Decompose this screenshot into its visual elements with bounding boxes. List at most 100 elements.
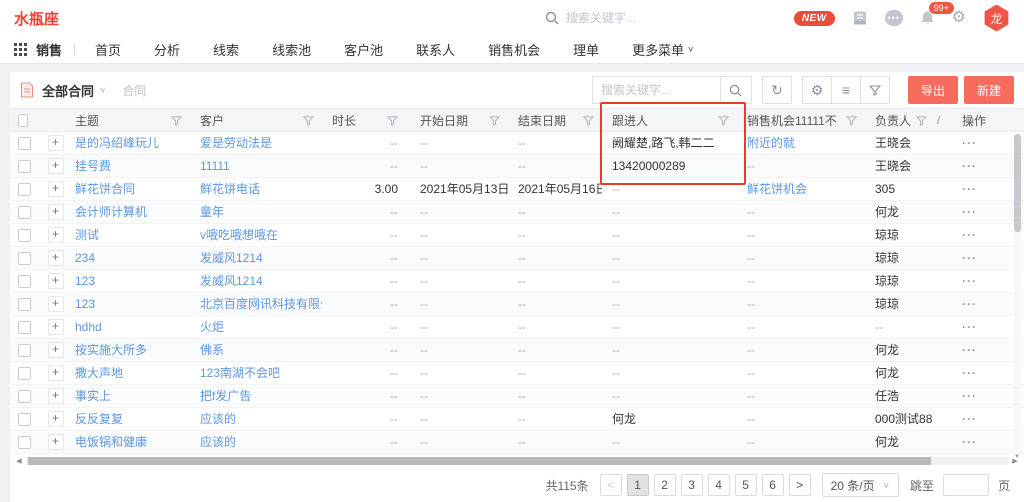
funnel-icon[interactable] (583, 115, 594, 126)
theme-cell[interactable]: 电饭锅和健康 (65, 431, 190, 453)
row-checkbox[interactable] (18, 321, 31, 334)
nav-module-label[interactable]: 销售 (36, 40, 62, 59)
scroll-left-arrow-icon[interactable]: ◀ (14, 457, 24, 465)
row-actions-button[interactable]: ··· (962, 320, 977, 334)
row-actions-button[interactable]: ··· (962, 228, 977, 242)
theme-cell[interactable]: 挂号费 (65, 155, 190, 177)
column-settings-button[interactable]: ⚙ (802, 76, 832, 104)
funnel-icon[interactable] (916, 115, 927, 126)
apps-grid-icon[interactable] (14, 43, 27, 56)
row-checkbox[interactable] (18, 275, 31, 288)
row-checkbox[interactable] (18, 160, 31, 173)
jump-page-input[interactable] (943, 474, 989, 496)
refresh-button[interactable]: ↻ (762, 76, 792, 104)
nav-tab-客户池[interactable]: 客户池 (344, 40, 383, 59)
vertical-scrollbar-thumb[interactable] (1014, 134, 1021, 232)
page-button-5[interactable]: 5 (735, 474, 757, 496)
row-actions-button[interactable]: ··· (962, 251, 977, 265)
row-checkbox[interactable] (18, 206, 31, 219)
select-all-checkbox[interactable] (18, 114, 28, 127)
row-actions-button[interactable]: ··· (962, 366, 977, 380)
expand-row-button[interactable]: + (48, 273, 64, 289)
row-checkbox[interactable] (18, 183, 31, 196)
row-actions-button[interactable]: ··· (962, 412, 977, 426)
customer-cell[interactable]: 鲜花饼电话 (190, 178, 322, 200)
customer-cell[interactable]: 佛系 (190, 339, 322, 361)
column-header-8[interactable]: 负责人 (865, 109, 935, 131)
nav-tab-联系人[interactable]: 联系人 (416, 40, 455, 59)
customer-cell[interactable]: 发威风1214 (190, 270, 322, 292)
expand-row-button[interactable]: + (48, 204, 64, 220)
row-actions-button[interactable]: ··· (962, 159, 977, 173)
expand-row-button[interactable]: + (48, 411, 64, 427)
theme-cell[interactable]: 123 (65, 293, 190, 315)
customer-cell[interactable]: 发威风1214 (190, 247, 322, 269)
row-actions-button[interactable]: ··· (962, 274, 977, 288)
expand-row-button[interactable]: + (48, 342, 64, 358)
customer-cell[interactable]: 123南湖不会吧 (190, 362, 322, 384)
theme-cell[interactable]: 123 (65, 270, 190, 292)
expand-row-button[interactable]: + (48, 319, 64, 335)
customer-cell[interactable]: 童年 (190, 201, 322, 223)
funnel-icon[interactable] (303, 115, 314, 126)
global-search-input[interactable] (566, 11, 706, 25)
page-button-4[interactable]: 4 (708, 474, 730, 496)
next-page-button[interactable]: > (789, 474, 811, 496)
expand-row-button[interactable]: + (48, 296, 64, 312)
funnel-icon[interactable] (387, 115, 398, 126)
expand-row-button[interactable]: + (48, 158, 64, 174)
list-search-input[interactable] (592, 76, 720, 104)
horizontal-scrollbar-thumb[interactable] (28, 457, 931, 465)
nav-tab-首页[interactable]: 首页 (95, 40, 121, 59)
column-header-6[interactable]: 跟进人 (602, 109, 737, 131)
customer-cell[interactable]: 北京百度网讯科技有限公司 (190, 293, 322, 315)
row-checkbox[interactable] (18, 367, 31, 380)
row-actions-button[interactable]: ··· (962, 136, 977, 150)
theme-cell[interactable]: 会计师计算机 (65, 201, 190, 223)
theme-cell[interactable]: 鲜花饼合同 (65, 178, 190, 200)
nav-tab-线索[interactable]: 线索 (213, 40, 239, 59)
theme-cell[interactable]: 反反复复 (65, 408, 190, 430)
column-header-3[interactable]: 时长 (322, 109, 410, 131)
nav-tab-线索池[interactable]: 线索池 (272, 40, 311, 59)
column-header-1[interactable]: 主题 (65, 109, 190, 131)
column-header-9[interactable]: / (935, 109, 952, 131)
theme-cell[interactable]: 是的冯绍峰玩儿 (65, 132, 190, 154)
row-checkbox[interactable] (18, 436, 31, 449)
avatar[interactable]: 龙 (983, 5, 1010, 32)
opportunity-cell[interactable]: 鲜花饼机会 (737, 178, 865, 200)
list-search-button[interactable] (720, 76, 752, 104)
column-header-5[interactable]: 结束日期 (508, 109, 602, 131)
customer-cell[interactable]: v哦吃哦想哦在 (190, 224, 322, 246)
opportunity-cell[interactable]: 附近的就 (737, 132, 865, 154)
customer-cell[interactable]: 把f发广告 (190, 385, 322, 407)
expand-row-button[interactable]: + (48, 434, 64, 450)
row-density-button[interactable]: ≡ (831, 76, 861, 104)
page-size-select[interactable]: 20 条/页 ∨ (822, 473, 899, 497)
customer-cell[interactable]: 应该的 (190, 408, 322, 430)
funnel-icon[interactable] (489, 115, 500, 126)
notification-bell[interactable]: 99+ (920, 10, 935, 26)
nav-more-menu[interactable]: 更多菜单 ∨ (632, 40, 694, 59)
chat-icon[interactable]: ••• (885, 10, 903, 26)
customer-cell[interactable]: 应该的 (190, 431, 322, 453)
column-header-7[interactable]: 销售机会11111不 (737, 109, 865, 131)
vertical-scrollbar[interactable]: ▼ (1014, 134, 1021, 452)
gear-icon[interactable]: ⚙ (952, 10, 966, 26)
horizontal-scrollbar[interactable]: ◀ ▶ (10, 454, 1024, 466)
page-button-2[interactable]: 2 (654, 474, 676, 496)
theme-cell[interactable]: 测试 (65, 224, 190, 246)
theme-cell[interactable]: 撒大声地 (65, 362, 190, 384)
row-actions-button[interactable]: ··· (962, 435, 977, 449)
funnel-icon[interactable] (171, 115, 182, 126)
chevron-down-icon[interactable]: ∨ (99, 86, 106, 95)
row-actions-button[interactable]: ··· (962, 182, 977, 196)
expand-row-button[interactable]: + (48, 227, 64, 243)
page-button-1[interactable]: 1 (627, 474, 649, 496)
customer-cell[interactable]: 火炬 (190, 316, 322, 338)
theme-cell[interactable]: 按实施大所多 (65, 339, 190, 361)
row-actions-button[interactable]: ··· (962, 343, 977, 357)
horizontal-scrollbar-track[interactable] (26, 457, 1008, 465)
create-button[interactable]: 新建 (964, 76, 1014, 104)
row-actions-button[interactable]: ··· (962, 389, 977, 403)
